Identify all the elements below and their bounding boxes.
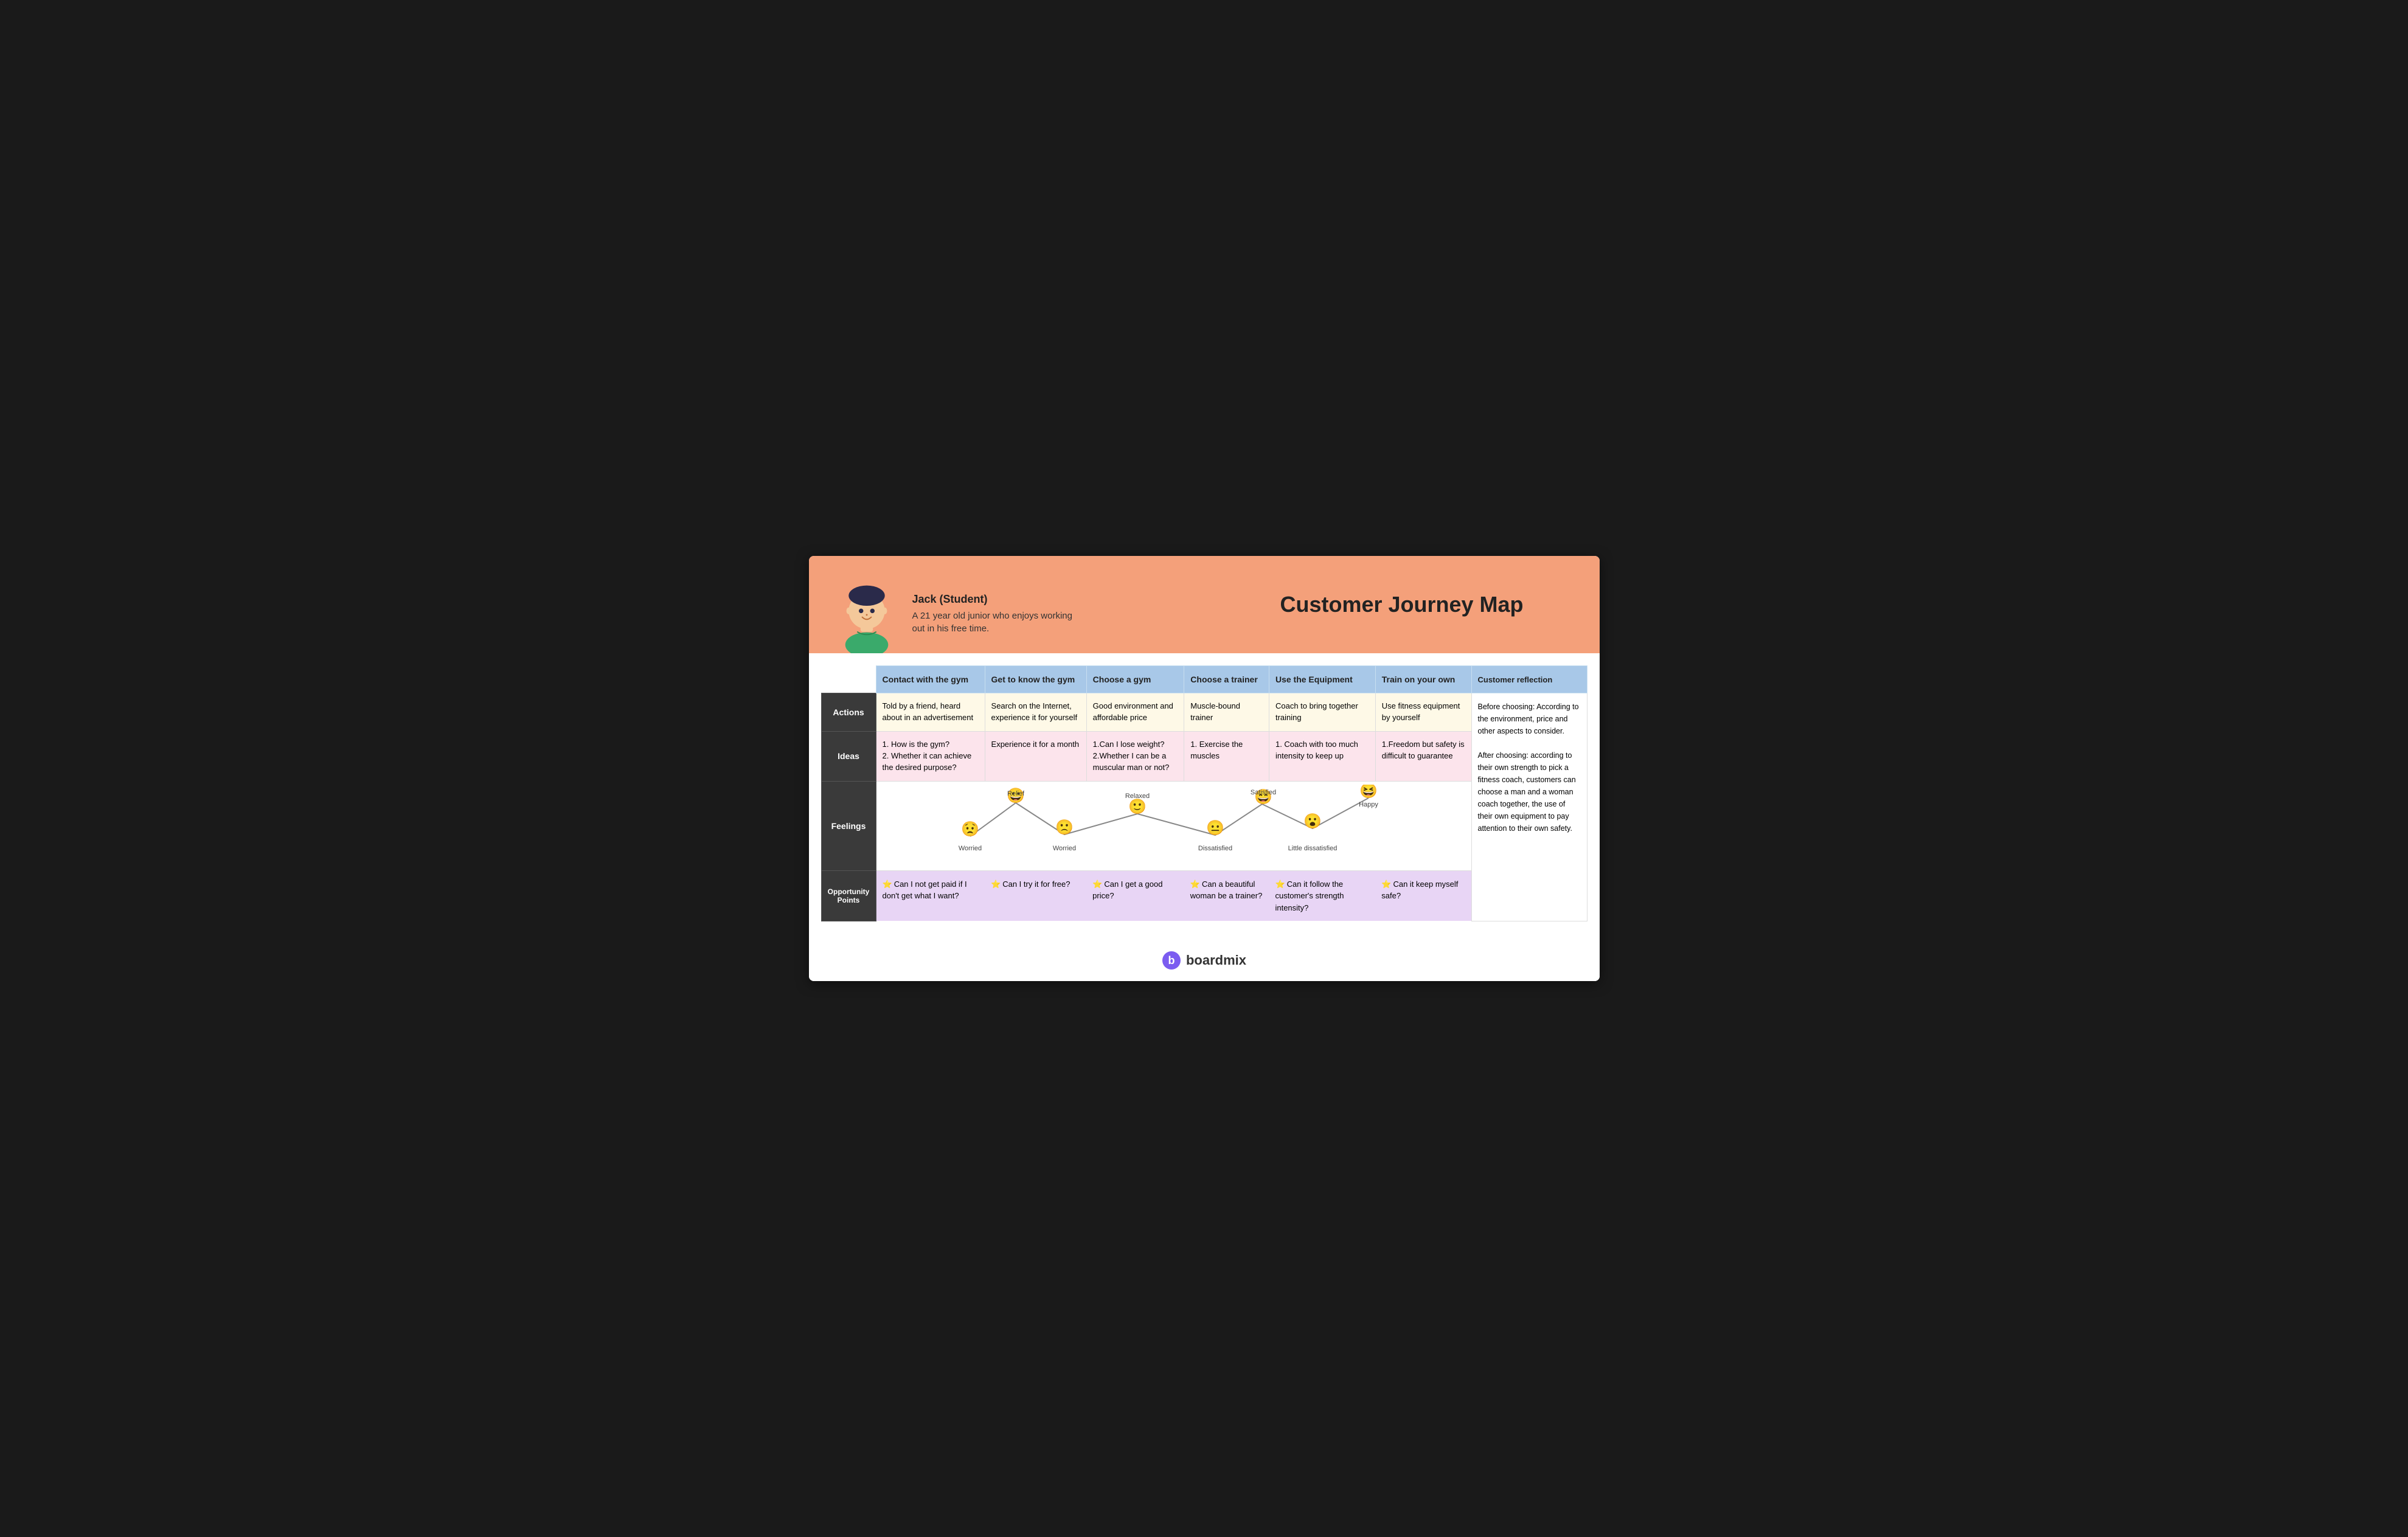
actions-contact: Told by a friend, heard about in an adve… bbox=[876, 693, 985, 732]
empty-header bbox=[821, 666, 876, 693]
column-header-row: Contact with the gym Get to know the gym… bbox=[821, 666, 1587, 693]
col-equipment: Use the Equipment bbox=[1269, 666, 1375, 693]
ideas-choosetrainer: 1. Exercise the muscles bbox=[1184, 732, 1269, 782]
feelings-label: Feelings bbox=[821, 781, 876, 870]
actions-choosetrainer: Muscle-bound trainer bbox=[1184, 693, 1269, 732]
persona-name: Jack (Student) bbox=[912, 593, 1072, 606]
actions-row: Actions Told by a friend, heard about in… bbox=[821, 693, 1587, 732]
col-choosetrainer: Choose a trainer bbox=[1184, 666, 1269, 693]
star-icon: ⭐ bbox=[1381, 880, 1391, 889]
svg-text:Worried: Worried bbox=[958, 845, 981, 852]
avatar-area bbox=[833, 574, 900, 653]
svg-text:Dissatisfied: Dissatisfied bbox=[1198, 845, 1232, 852]
col-trainown: Train on your own bbox=[1375, 666, 1471, 693]
star-icon: ⭐ bbox=[1190, 880, 1200, 889]
cjm-table: Contact with the gym Get to know the gym… bbox=[821, 665, 1587, 921]
opportunity-label: Opportunity Points bbox=[821, 870, 876, 921]
svg-text:🙂: 🙂 bbox=[1128, 799, 1147, 815]
opp-gettoknow: ⭐Can I try it for free? bbox=[985, 870, 1086, 921]
col-gettoknow: Get to know the gym bbox=[985, 666, 1086, 693]
page-wrapper: Jack (Student) A 21 year old junior who … bbox=[809, 556, 1600, 980]
ideas-equipment: 1. Coach with too much intensity to keep… bbox=[1269, 732, 1375, 782]
opp-choosegym: ⭐Can I get a good price? bbox=[1086, 870, 1184, 921]
svg-text:😆: 😆 bbox=[1359, 785, 1378, 799]
brand-logo: b boardmix bbox=[1162, 951, 1246, 970]
header: Jack (Student) A 21 year old junior who … bbox=[809, 556, 1600, 653]
col-contact: Contact with the gym bbox=[876, 666, 985, 693]
footer: b boardmix bbox=[809, 940, 1600, 981]
star-icon: ⭐ bbox=[991, 880, 1001, 889]
star-icon: ⭐ bbox=[1092, 880, 1102, 889]
svg-text:Relief: Relief bbox=[1007, 790, 1024, 797]
svg-text:Worried: Worried bbox=[1052, 845, 1075, 852]
actions-trainown: Use fitness equipment by yourself bbox=[1375, 693, 1471, 732]
svg-text:🙁: 🙁 bbox=[1055, 819, 1074, 836]
persona-desc: A 21 year old junior who enjoys workingo… bbox=[912, 609, 1072, 635]
feelings-svg: 😟 Worried 😀 Relief 🙁 Worried bbox=[880, 785, 1468, 864]
svg-text:😮: 😮 bbox=[1303, 813, 1322, 830]
svg-text:Little dissatisfied: Little dissatisfied bbox=[1288, 845, 1337, 852]
ideas-contact: 1. How is the gym?2. Whether it can achi… bbox=[876, 732, 985, 782]
feelings-chart-cell: 😟 Worried 😀 Relief 🙁 Worried bbox=[876, 781, 1471, 870]
svg-text:Happy: Happy bbox=[1359, 801, 1378, 808]
page-title: Customer Journey Map bbox=[1204, 592, 1600, 617]
star-icon: ⭐ bbox=[1275, 880, 1285, 889]
col-reflection: Customer reflection bbox=[1471, 666, 1587, 693]
avatar bbox=[833, 574, 900, 653]
ideas-gettoknow: Experience it for a month bbox=[985, 732, 1086, 782]
star-icon: ⭐ bbox=[883, 880, 892, 889]
boardmix-icon: b bbox=[1162, 951, 1181, 970]
actions-choosegym: Good environment and affordable price bbox=[1086, 693, 1184, 732]
persona-info: Jack (Student) A 21 year old junior who … bbox=[912, 593, 1072, 653]
actions-gettoknow: Search on the Internet, experience it fo… bbox=[985, 693, 1086, 732]
ideas-choosegym: 1.Can I lose weight?2.Whether I can be a… bbox=[1086, 732, 1184, 782]
opp-equipment: ⭐Can it follow the customer's strength i… bbox=[1269, 870, 1375, 921]
actions-equipment: Coach to bring together training bbox=[1269, 693, 1375, 732]
opp-trainown: ⭐Can it keep myself safe? bbox=[1375, 870, 1471, 921]
svg-text:Satisfied: Satisfied bbox=[1250, 789, 1275, 796]
svg-text:😟: 😟 bbox=[961, 821, 979, 838]
ideas-trainown: 1.Freedom but safety is difficult to gua… bbox=[1375, 732, 1471, 782]
brand-name: boardmix bbox=[1186, 952, 1246, 968]
svg-text:😐: 😐 bbox=[1206, 820, 1224, 836]
opp-choosetrainer: ⭐Can a beautiful woman be a trainer? bbox=[1184, 870, 1269, 921]
svg-text:Relaxed: Relaxed bbox=[1125, 793, 1149, 800]
svg-text:b: b bbox=[1168, 954, 1175, 966]
ideas-label: Ideas bbox=[821, 732, 876, 782]
actions-label: Actions bbox=[821, 693, 876, 732]
opp-contact: ⭐Can I not get paid if I don't get what … bbox=[876, 870, 985, 921]
reflection-cell: Before choosing: According to the enviro… bbox=[1471, 693, 1587, 921]
main-area: Contact with the gym Get to know the gym… bbox=[809, 653, 1600, 939]
col-choosegym: Choose a gym bbox=[1086, 666, 1184, 693]
